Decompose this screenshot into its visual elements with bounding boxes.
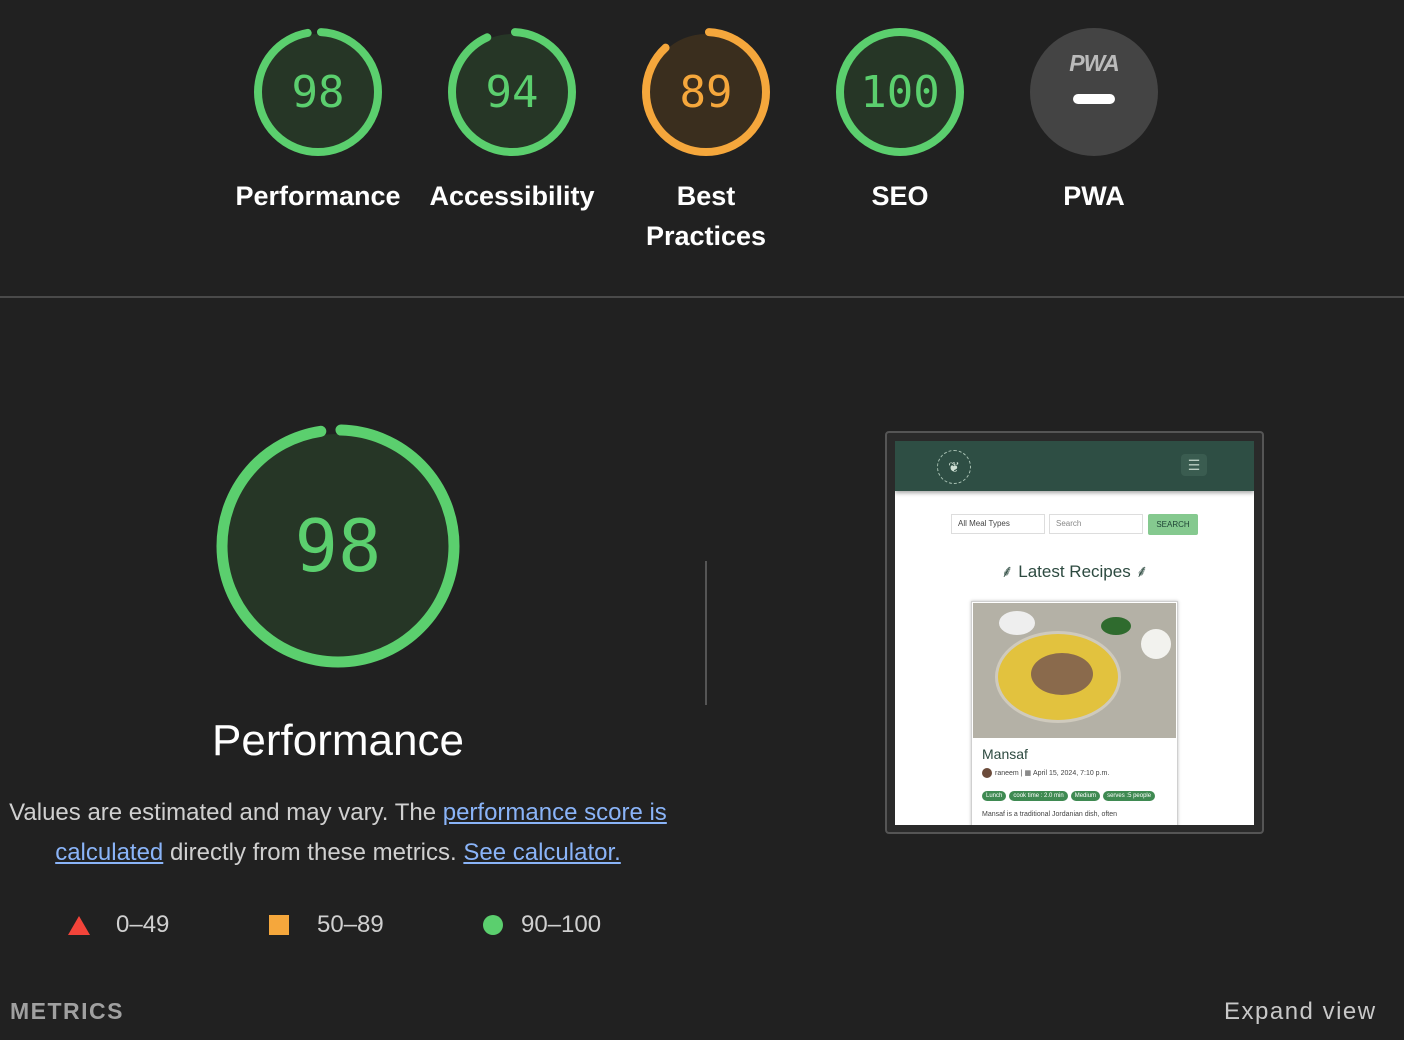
legend-pass-range: 90–100 — [521, 911, 602, 938]
recipe-author: raneem — [995, 769, 1019, 777]
gauge-seo-score: 100 — [860, 66, 940, 118]
recipe-card: Mansaf raneem | ▦ April 15, 2024, 7:10 p… — [971, 601, 1178, 825]
recipe-tag: cook time : 2.0 min — [1009, 791, 1068, 801]
leaf-right-icon: ⸙ — [1130, 562, 1149, 581]
hamburger-menu-icon: ☰ — [1181, 454, 1207, 476]
average-square-icon — [269, 915, 289, 935]
recipe-date: April 15, 2024, 7:10 p.m. — [1033, 769, 1110, 777]
yogurt-bowl-shape — [1141, 629, 1171, 659]
gauge-seo[interactable]: 100 — [834, 26, 966, 158]
gauge-pwa[interactable]: PWA — [1030, 28, 1158, 156]
fail-triangle-icon — [68, 915, 90, 935]
pass-circle-icon — [483, 915, 503, 935]
gauge-accessibility-label: Accessibility — [429, 181, 595, 211]
gauge-pwa-label: PWA — [1063, 181, 1125, 211]
performance-title: Performance — [212, 716, 464, 765]
author-avatar — [982, 768, 992, 778]
gauge-best-practices[interactable]: 89 — [640, 26, 772, 158]
vertical-separator — [705, 561, 707, 705]
legend-average-range: 50–89 — [317, 911, 384, 938]
meal-type-select: All Meal Types — [951, 514, 1045, 534]
leaf-left-icon: ⸙ — [1000, 562, 1019, 581]
recipe-tag: Lunch — [982, 791, 1007, 801]
section-divider — [0, 296, 1404, 298]
gauge-accessibility[interactable]: 94 — [446, 26, 578, 158]
gauge-performance-score: 98 — [291, 66, 345, 118]
site-logo-icon: ❦ — [937, 450, 971, 484]
gauge-best-practices-label: Best Practices — [645, 181, 767, 251]
final-screenshot[interactable]: ❦ ☰ All Meal Types Search SEARCH ⸙ Lates… — [895, 441, 1254, 825]
meat-shape — [1031, 653, 1093, 695]
gauge-performance-label: Performance — [235, 181, 401, 211]
expand-view-button[interactable]: Expand view — [1224, 998, 1377, 1026]
gauge-performance[interactable]: 98 — [252, 26, 384, 158]
legend-fail: 0–49 — [68, 908, 169, 942]
gauge-accessibility-score: 94 — [485, 66, 539, 118]
description-text-prefix: Values are estimated and may vary. The — [9, 799, 443, 826]
legend-average: 50–89 — [269, 908, 384, 942]
recipe-meta: raneem | ▦ April 15, 2024, 7:10 p.m. — [982, 768, 1109, 778]
recipe-tag: serves :5 people — [1103, 791, 1156, 801]
recipe-tags: Lunch cook time : 2.0 min Medium serves … — [982, 791, 1156, 801]
recipe-tag: Medium — [1070, 791, 1101, 801]
recipe-name: Mansaf — [982, 746, 1028, 762]
pwa-not-applicable-icon — [1073, 94, 1115, 104]
latest-recipes-heading: ⸙ Latest Recipes ⸙ — [895, 559, 1254, 582]
performance-description: Values are estimated and may vary. The p… — [0, 793, 676, 873]
recipe-photo — [973, 603, 1176, 738]
legend-pass: 90–100 — [483, 908, 601, 942]
gauge-best-practices-score: 89 — [679, 66, 733, 118]
site-header: ❦ ☰ — [895, 441, 1254, 491]
recipe-snippet: Mansaf is a traditional Jordanian dish, … — [982, 811, 1118, 818]
performance-score-large: 98 — [294, 504, 382, 588]
metrics-heading: METRICS — [10, 998, 124, 1024]
calendar-icon: ▦ — [1024, 770, 1034, 777]
gauge-seo-label: SEO — [871, 181, 929, 211]
performance-gauge-large: 98 — [216, 424, 460, 668]
see-calculator-link[interactable]: See calculator. — [463, 839, 620, 866]
bowl-shape — [1101, 617, 1131, 635]
legend-fail-range: 0–49 — [116, 911, 170, 938]
plate-shape — [999, 611, 1035, 635]
pwa-logo-icon: PWA — [1069, 50, 1119, 76]
latest-recipes-heading-text: Latest Recipes — [1018, 562, 1131, 581]
site-search-button: SEARCH — [1148, 514, 1198, 535]
description-text-middle: directly from these metrics. — [163, 839, 464, 866]
site-search-input: Search — [1049, 514, 1143, 534]
